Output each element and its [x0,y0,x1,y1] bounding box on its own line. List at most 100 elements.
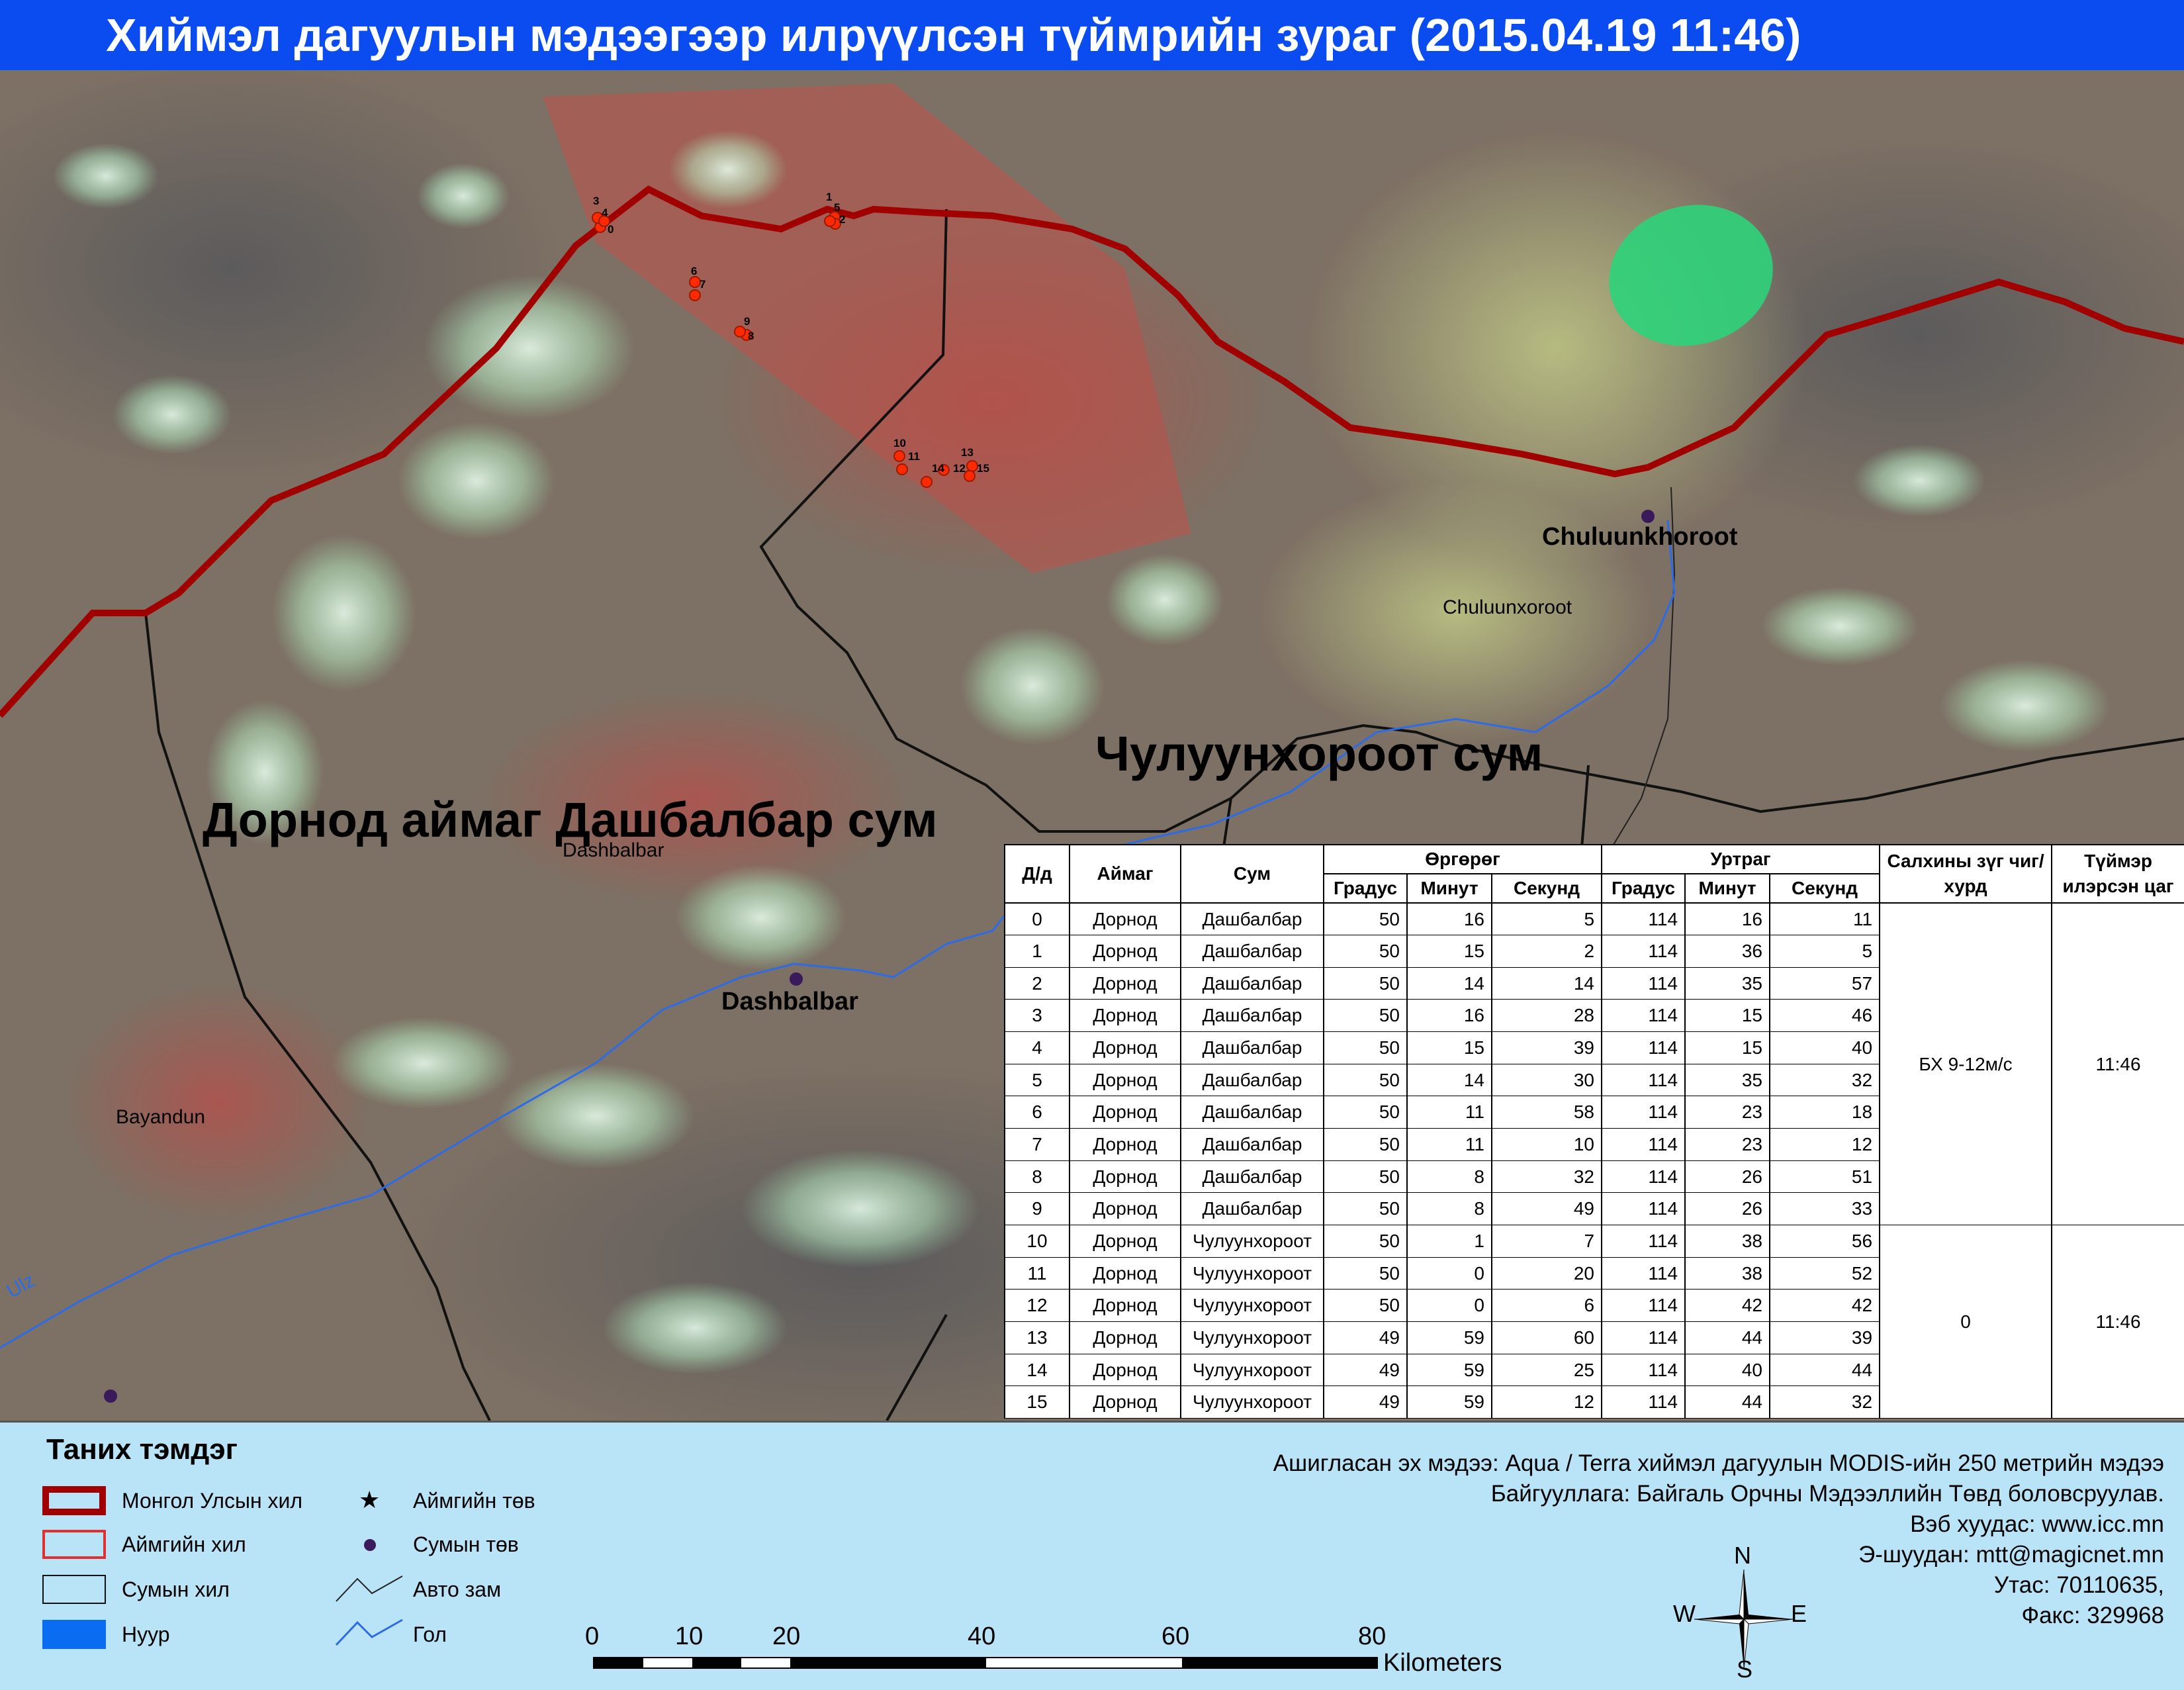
table-cell-lat-s: 14 [1490,966,1603,1000]
table-cell-lat-s: 58 [1490,1096,1603,1129]
legend-river-label: Гол [413,1622,447,1646]
fire-label-9: 9 [744,315,751,328]
compass-s: S [1737,1656,1753,1683]
table-cell-lat-s: 2 [1490,935,1603,968]
table-cell-dd: 6 [1004,1096,1070,1129]
table-cell-lat-s: 28 [1490,999,1603,1033]
table-cell-lon-s: 32 [1769,1385,1881,1419]
fire-label-15: 15 [977,462,989,475]
legend-aimag-border-swatch [42,1530,106,1559]
table-cell-aimag: Дорнод [1069,1063,1181,1097]
map-title: Хиймэл дагуулын мэдээгээр илрүүлсэн түйм… [106,9,1801,61]
info-web: Вэб хуудас: www.icc.mn [1910,1511,2164,1537]
table-cell-lon-m: 38 [1684,1225,1771,1258]
table-cell-lon-d: 114 [1601,902,1686,936]
legend-aimag-center-label: Аймгийн төв [413,1489,535,1513]
table-cell-dd: 15 [1004,1385,1070,1419]
fire-point-11 [896,463,908,475]
table-cell-lon-m: 23 [1684,1096,1771,1129]
table-cell-lon-d: 114 [1601,1160,1686,1194]
table-cell-lat-m: 15 [1406,1031,1492,1064]
table-cell-lat-s: 6 [1490,1289,1603,1323]
table-cell-lon-d: 114 [1601,1192,1686,1226]
table-row: 0 Дорнод Дашбалбар 50 16 5 114 16 11 БХ 9-12м/с 11… [1004,902,2184,1226]
title-bar: Хиймэл дагуулын мэдээгээр илрүүлсэн түйм… [0,0,2184,70]
info-org: Байгууллага: Байгаль Орчны Мэдээллийн Тө… [1490,1481,2164,1507]
table-cell-lon-s: 57 [1769,966,1881,1000]
table-cell-lat-s: 20 [1490,1256,1603,1290]
table-cell-lat-d: 50 [1323,1225,1408,1258]
info-fax: Факс: 329968 [2021,1603,2164,1628]
table-cell-sum: Дашбалбар [1180,1063,1324,1097]
table-cell-lon-d: 114 [1601,1353,1686,1387]
table-cell-lon-s: 51 [1769,1160,1881,1194]
th-latitude: Өргөрөг [1322,844,1603,874]
table-cell-lon-s: 52 [1769,1256,1881,1290]
table-cell-lat-d: 49 [1323,1321,1408,1354]
table-cell-lon-d: 114 [1601,1289,1686,1323]
table-cell-dd: 4 [1004,1031,1070,1064]
star-icon: ★ [359,1486,381,1513]
table-cell-lon-s: 44 [1769,1353,1881,1387]
fire-label-14: 14 [932,462,944,475]
table-cell-lat-d: 50 [1323,1063,1408,1097]
fire-label-12: 12 [953,462,966,475]
info-phone: Утас: 70110635, [1993,1572,2164,1598]
table-cell-dd: 2 [1004,966,1070,1000]
table-cell-sum: Дашбалбар [1180,1192,1324,1226]
th-lon-minute: Минут [1684,873,1771,904]
table-cell-aimag: Дорнод [1069,1385,1181,1419]
label-dashbalbar-center: Dashbalbar [721,988,858,1015]
legend-national-border-swatch [42,1486,106,1515]
th-dd: Д/д [1004,844,1070,904]
table-cell-aimag: Дорнод [1069,1128,1181,1161]
th-detected: Түймэр илэрсэн цаг [2051,844,2184,904]
fire-label-1: 1 [826,191,833,203]
table-cell-aimag: Дорнод [1069,935,1181,968]
label-chuluunkhoroot-sum: Чулуунхороот сум [1095,726,1543,781]
table-cell-lat-m: 0 [1406,1256,1492,1290]
label-dashbalbar-area: Dashbalbar [563,839,664,861]
table-cell-lat-m: 16 [1406,902,1492,936]
table-cell-lon-s: 39 [1769,1321,1881,1354]
table-cell-sum: Дашбалбар [1180,1096,1324,1129]
table-cell-lat-m: 11 [1406,1128,1492,1161]
table-cell-sum: Дашбалбар [1180,999,1324,1033]
table-cell-lon-d: 114 [1601,1385,1686,1419]
table-cell-lat-d: 50 [1323,1289,1408,1323]
legend-sum-border-label: Сумын хил [122,1577,230,1601]
table-cell-sum: Дашбалбар [1180,1128,1324,1161]
road-line-icon [336,1575,403,1602]
table-cell-wind: 0 [1879,1225,2053,1419]
fire-label-10: 10 [893,437,906,449]
table-cell-lat-d: 50 [1323,1192,1408,1226]
legend-sum-center-label: Сумын төв [413,1532,519,1556]
legend-panel: Таних тэмдэг Монгол Улсын хил Аймгийн хи… [0,1421,2184,1690]
table-cell-lat-s: 25 [1490,1353,1603,1387]
fire-label-0: 0 [608,223,614,236]
fire-point-10 [893,450,905,462]
table-cell-lat-m: 11 [1406,1096,1492,1129]
table-cell-lat-d: 50 [1323,1256,1408,1290]
sum-center-chuluunkhoroot [1641,510,1655,523]
table-cell-lat-d: 50 [1323,966,1408,1000]
table-cell-lon-m: 35 [1684,1063,1771,1097]
compass-e: E [1791,1600,1807,1627]
table-cell-lon-m: 40 [1684,1353,1771,1387]
table-cell-lat-m: 14 [1406,966,1492,1000]
legend-lake-label: Нуур [122,1622,170,1646]
table-cell-aimag: Дорнод [1069,1321,1181,1354]
table-cell-lat-m: 0 [1406,1289,1492,1323]
table-cell-sum: Чулуунхороот [1180,1321,1324,1354]
table-cell-dd: 14 [1004,1353,1070,1387]
table-cell-aimag: Дорнод [1069,1225,1181,1258]
legend-title: Таних тэмдэг [46,1433,238,1466]
table-cell-lon-d: 114 [1601,935,1686,968]
legend-national-border-label: Монгол Улсын хил [122,1489,303,1513]
table-cell-dd: 13 [1004,1321,1070,1354]
legend-sum-border-swatch [42,1575,106,1604]
table-cell-lat-s: 5 [1490,902,1603,936]
table-cell-sum: Чулуунхороот [1180,1385,1324,1419]
sum-center-dot-icon [364,1539,376,1551]
table-cell-lat-m: 59 [1406,1385,1492,1419]
